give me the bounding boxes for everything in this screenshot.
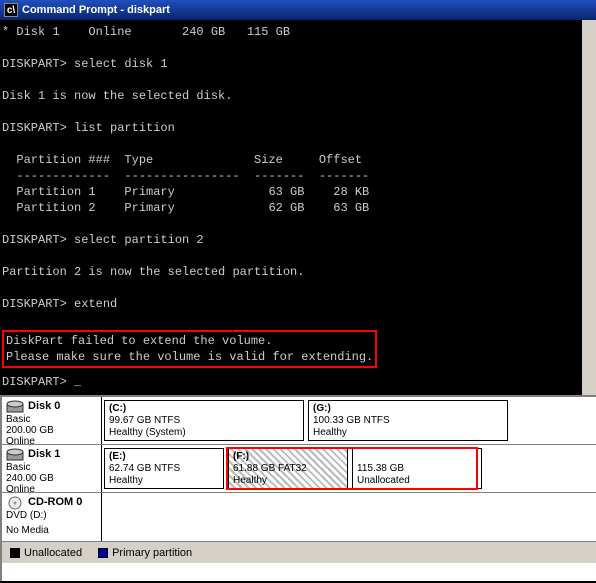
legend: Unallocated Primary partition (2, 541, 596, 563)
volume-letter: (G:) (313, 403, 331, 414)
volume-status: Unallocated (357, 475, 410, 486)
swatch-primary (98, 548, 108, 558)
table-header: Partition ### Type Size Offset (2, 153, 362, 167)
cmd-select-disk: select disk 1 (74, 57, 168, 71)
disk-name: Disk 1 (28, 448, 60, 460)
disk-row-cdrom[interactable]: CD-ROM 0 DVD (D:) No Media (2, 493, 596, 541)
disk-icon (6, 400, 24, 414)
window-title: Command Prompt - diskpart (22, 4, 170, 16)
table-row: Partition 1 Primary 63 GB 28 KB (2, 185, 369, 199)
disk-size: 240.00 GB (6, 473, 97, 484)
disk-list[interactable]: Disk 0 Basic 200.00 GB Online (C:) 99.67… (2, 397, 596, 541)
cmd-select-partition: select partition 2 (74, 233, 204, 247)
volumes: (E:) 62.74 GB NTFS Healthy (F:) 61.88 GB… (102, 445, 596, 492)
disk-name: Disk 0 (28, 400, 60, 412)
disk-management-panel: Disk 0 Basic 200.00 GB Online (C:) 99.67… (0, 395, 596, 581)
volume-info: 61.88 GB FAT32 (233, 463, 307, 474)
table-row: Partition 2 Primary 62 GB 63 GB (2, 201, 369, 215)
disk-header: Disk 1 Basic 240.00 GB Online (2, 445, 102, 492)
legend-primary: Primary partition (98, 547, 192, 559)
prompt: DISKPART> (2, 297, 67, 311)
volume-f[interactable]: (F:) 61.88 GB FAT32 Healthy (228, 448, 348, 489)
disk-type: DVD (D:) (6, 510, 97, 521)
swatch-unallocated (10, 548, 20, 558)
disk-header: Disk 0 Basic 200.00 GB Online (2, 397, 102, 444)
disk-name: CD-ROM 0 (28, 496, 82, 508)
volumes (102, 493, 596, 541)
cursor[interactable]: _ (74, 375, 81, 389)
titlebar[interactable]: c\ Command Prompt - diskpart (0, 0, 596, 20)
terminal[interactable]: * Disk 1 Online 240 GB 115 GB DISKPART> … (0, 20, 596, 395)
cdrom-icon (6, 496, 24, 510)
cmd-list-partition: list partition (74, 121, 175, 135)
disk-type: Basic (6, 414, 97, 425)
volume-status: Healthy (System) (109, 427, 186, 438)
volume-letter: (F:) (233, 451, 249, 462)
cmd-icon: c\ (4, 3, 18, 17)
prompt: DISKPART> (2, 375, 67, 389)
volume-info: 99.67 GB NTFS (109, 415, 180, 426)
error-line: Please make sure the volume is valid for… (6, 350, 373, 364)
volume-unallocated[interactable]: 115.38 GB Unallocated (352, 448, 482, 489)
disk-type: Basic (6, 462, 97, 473)
disk-header: CD-ROM 0 DVD (D:) No Media (2, 493, 102, 541)
cmd-extend: extend (74, 297, 117, 311)
volume-c[interactable]: (C:) 99.67 GB NTFS Healthy (System) (104, 400, 304, 441)
disk-row-1[interactable]: Disk 1 Basic 240.00 GB Online (E:) 62.74… (2, 445, 596, 493)
volume-status: Healthy (313, 427, 347, 438)
volumes: (C:) 99.67 GB NTFS Healthy (System) (G:)… (102, 397, 596, 444)
volume-e[interactable]: (E:) 62.74 GB NTFS Healthy (104, 448, 224, 489)
table-rule: ------------- ---------------- ------- -… (2, 169, 369, 183)
disk-size: 200.00 GB (6, 425, 97, 436)
volume-info: 100.33 GB NTFS (313, 415, 390, 426)
volume-letter: (C:) (109, 403, 126, 414)
legend-unallocated: Unallocated (10, 547, 82, 559)
volume-status: Healthy (109, 475, 143, 486)
disk-row-0[interactable]: Disk 0 Basic 200.00 GB Online (C:) 99.67… (2, 397, 596, 445)
output: Disk 1 is now the selected disk. (2, 89, 232, 103)
error-line: DiskPart failed to extend the volume. (6, 334, 272, 348)
prompt: DISKPART> (2, 233, 67, 247)
prompt: DISKPART> (2, 121, 67, 135)
volume-status: Healthy (233, 475, 267, 486)
output: Partition 2 is now the selected partitio… (2, 265, 304, 279)
volume-info: 62.74 GB NTFS (109, 463, 180, 474)
prompt: DISKPART> (2, 57, 67, 71)
disk-media: No Media (6, 525, 97, 536)
volume-info: 115.38 GB (357, 463, 404, 474)
volume-g[interactable]: (G:) 100.33 GB NTFS Healthy (308, 400, 508, 441)
volume-letter: (E:) (109, 451, 126, 462)
disk-icon (6, 448, 24, 462)
error-box: DiskPart failed to extend the volume. Pl… (2, 330, 377, 368)
term-line: * Disk 1 Online 240 GB 115 GB (2, 25, 290, 39)
